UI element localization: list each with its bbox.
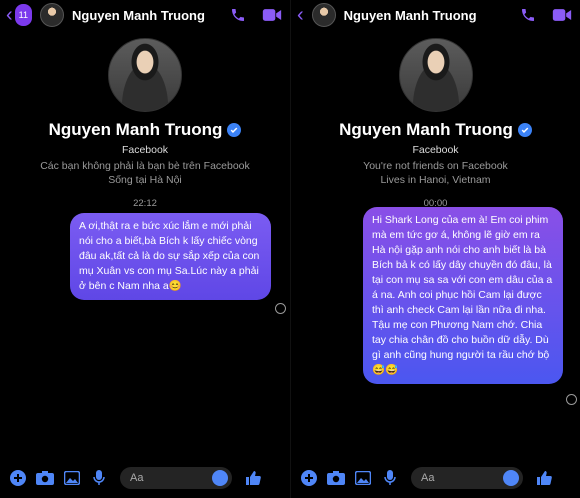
timestamp: 22:12 [133,198,157,209]
plus-icon[interactable] [9,469,27,487]
message-placeholder: Aa [421,472,435,484]
message-input[interactable]: Aa [411,467,523,489]
camera-icon[interactable] [36,469,54,487]
composer-toolbar: Aa [0,466,290,490]
friend-status: Các bạn không phải là bạn bè trên Facebo… [40,160,250,172]
contact-name[interactable]: Nguyen Manh Truong [72,8,205,23]
emoji-icon[interactable] [212,470,228,486]
chat-panel-english: ‹ Nguyen Manh Truong Nguyen Manh Truong … [290,0,580,498]
like-icon[interactable] [244,469,262,487]
microphone-icon[interactable] [90,469,108,487]
profile-avatar[interactable] [398,38,473,112]
profile-name: Nguyen Manh Truong [48,120,223,139]
location: Lives in Hanoi, Vietnam [380,174,491,186]
chat-header: ‹ 11 Nguyen Manh Truong [0,0,290,30]
profile-name: Nguyen Manh Truong [339,120,513,139]
emoji-icon[interactable] [503,470,519,486]
message-placeholder: Aa [130,472,144,484]
seen-icon [566,394,577,405]
profile-subtitle: Facebook [121,144,169,156]
video-call-icon[interactable] [262,7,282,23]
location: Sống tại Hà Nội [108,174,182,186]
back-button[interactable]: ‹ [297,5,304,25]
like-icon[interactable] [535,469,553,487]
unread-badge: 11 [14,4,33,26]
back-button[interactable]: ‹ 11 [6,4,33,26]
profile-avatar[interactable] [108,38,182,112]
image-icon[interactable] [63,469,81,487]
seen-icon [275,303,286,314]
verified-icon [517,123,532,137]
chat-panel-vietnamese: ‹ 11 Nguyen Manh Truong Nguyen Manh Truo… [0,0,290,498]
chat-header: ‹ Nguyen Manh Truong [291,0,580,30]
message-bubble[interactable]: A ơi,thật ra e bức xúc lắm e mới phải nó… [70,213,271,300]
contact-name[interactable]: Nguyen Manh Truong [344,8,477,23]
profile-subtitle: Facebook [412,144,459,156]
profile-section: Nguyen Manh Truong Facebook You're not f… [291,38,580,209]
chevron-left-icon: ‹ [6,4,13,26]
composer-toolbar: Aa [291,466,580,490]
message-input[interactable]: Aa [120,467,232,489]
friend-status: You're not friends on Facebook [363,160,508,172]
phone-icon[interactable] [230,7,246,23]
image-icon[interactable] [354,469,372,487]
phone-icon[interactable] [520,7,536,23]
avatar[interactable] [40,3,65,27]
profile-section: Nguyen Manh Truong Facebook Các bạn khôn… [0,38,290,209]
message-bubble[interactable]: Hi Shark Long của em à! Em coi phim mà e… [363,207,563,384]
video-call-icon[interactable] [552,7,572,23]
chevron-left-icon: ‹ [297,4,304,26]
avatar[interactable] [311,3,336,27]
camera-icon[interactable] [327,469,345,487]
microphone-icon[interactable] [381,469,399,487]
plus-icon[interactable] [300,469,318,487]
verified-icon [227,123,242,137]
profile-name-row: Nguyen Manh Truong [0,120,290,140]
profile-name-row: Nguyen Manh Truong [291,120,580,140]
